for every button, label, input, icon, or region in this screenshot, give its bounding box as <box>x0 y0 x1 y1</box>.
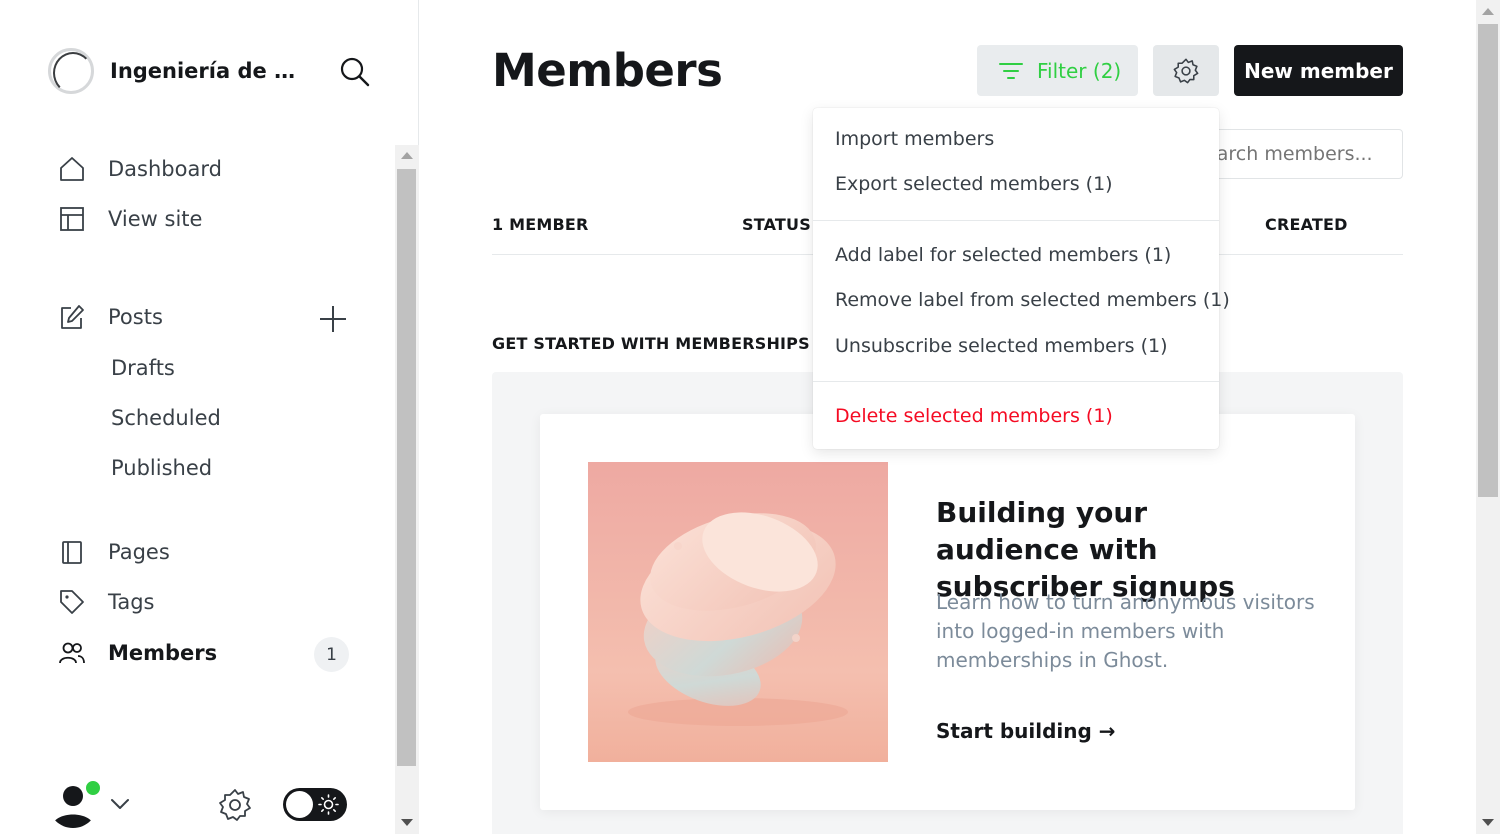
toggle-knob <box>286 791 313 818</box>
edit-icon <box>58 303 86 331</box>
filter-icon <box>999 62 1023 79</box>
sidebar-scrollbar[interactable] <box>395 145 419 834</box>
menu-item-export-members[interactable]: Export selected members (1) <box>835 173 1113 195</box>
sun-icon <box>318 794 339 815</box>
new-post-plus-icon[interactable] <box>318 304 348 334</box>
sidebar-item-label: Tags <box>108 590 155 614</box>
chevron-down-icon[interactable] <box>110 794 130 814</box>
sidebar-item-label: Members <box>108 641 218 665</box>
page-icon <box>58 538 86 566</box>
sidebar-item-tags[interactable]: Tags <box>58 588 155 616</box>
sidebar-item-members[interactable]: Members <box>58 639 217 667</box>
gear-icon <box>1173 58 1199 83</box>
column-header-member[interactable]: 1 MEMBER <box>492 215 589 234</box>
sidebar-item-scheduled[interactable]: Scheduled <box>111 406 221 430</box>
members-actions-menu: Import members Export selected members (… <box>813 108 1230 449</box>
sidebar-item-drafts[interactable]: Drafts <box>111 356 175 380</box>
scroll-down-icon[interactable] <box>1482 819 1494 826</box>
dark-mode-toggle[interactable] <box>283 788 347 821</box>
gear-icon[interactable] <box>217 787 253 823</box>
promo-illustration <box>588 462 888 762</box>
sidebar-item-dashboard[interactable]: Dashboard <box>58 155 222 183</box>
scroll-up-icon[interactable] <box>1482 8 1494 15</box>
menu-divider <box>813 381 1219 382</box>
members-count-badge: 1 <box>314 637 349 672</box>
online-status-dot <box>84 779 102 797</box>
get-started-heading: GET STARTED WITH MEMBERSHIPS <box>492 334 810 353</box>
sidebar-item-pages[interactable]: Pages <box>58 538 170 566</box>
members-settings-button[interactable] <box>1153 45 1219 96</box>
sidebar-item-posts[interactable]: Posts <box>58 303 163 331</box>
site-logo-icon <box>48 48 94 94</box>
sidebar-item-label: Posts <box>108 305 163 329</box>
search-icon[interactable] <box>338 55 372 89</box>
menu-item-add-label[interactable]: Add label for selected members (1) <box>835 244 1171 266</box>
menu-item-delete-members[interactable]: Delete selected members (1) <box>835 405 1113 427</box>
page-scrollbar[interactable] <box>1476 0 1500 834</box>
menu-item-remove-label[interactable]: Remove label from selected members (1) <box>835 289 1230 311</box>
tag-icon <box>58 588 86 616</box>
scrollbar-thumb[interactable] <box>1478 24 1498 497</box>
filter-label: Filter (2) <box>1037 58 1122 83</box>
menu-divider <box>813 220 1219 221</box>
site-title: Ingeniería de So... <box>110 59 310 83</box>
sidebar: Ingeniería de So... Dashboard View site … <box>0 0 419 834</box>
sidebar-item-published[interactable]: Published <box>111 456 212 480</box>
sidebar-item-label: Dashboard <box>108 157 222 181</box>
sidebar-item-label: Pages <box>108 540 170 564</box>
home-icon <box>58 155 86 183</box>
start-building-link[interactable]: Start building → <box>936 719 1116 743</box>
menu-item-unsubscribe[interactable]: Unsubscribe selected members (1) <box>835 335 1168 357</box>
menu-item-import-members[interactable]: Import members <box>835 128 994 150</box>
sidebar-item-label: View site <box>108 207 203 231</box>
layout-icon <box>58 205 86 233</box>
column-header-created[interactable]: CREATED <box>1265 215 1348 234</box>
sidebar-item-view-site[interactable]: View site <box>58 205 202 233</box>
new-member-button[interactable]: New member <box>1234 45 1403 96</box>
scrollbar-thumb[interactable] <box>397 169 416 766</box>
members-icon <box>58 639 86 667</box>
page-title: Members <box>492 44 723 97</box>
promo-description: Learn how to turn anonymous visitors int… <box>936 590 1315 672</box>
scroll-up-icon[interactable] <box>401 152 413 159</box>
site-switcher[interactable]: Ingeniería de So... <box>48 48 310 94</box>
column-header-status[interactable]: STATUS <box>742 215 811 234</box>
scroll-down-icon[interactable] <box>401 819 413 826</box>
filter-button[interactable]: Filter (2) <box>977 45 1138 96</box>
